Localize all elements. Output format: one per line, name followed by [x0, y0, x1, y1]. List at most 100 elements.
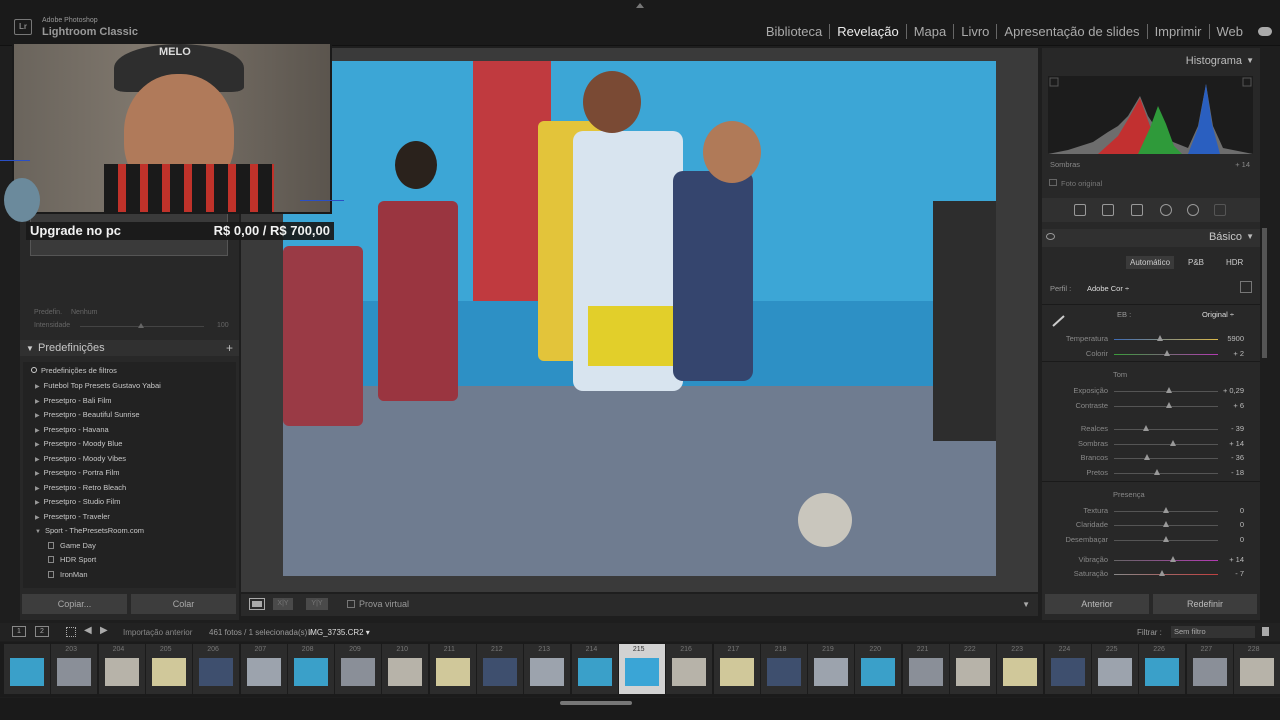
thumb-image[interactable]	[435, 658, 470, 686]
filmstrip-thumb[interactable]: 203	[51, 644, 98, 694]
thumb-image[interactable]	[246, 658, 281, 686]
filter-presets-item[interactable]: Predefinições de filtros	[31, 366, 117, 375]
preset-group-item[interactable]: ▶ Presetpro - Moody Vibes	[35, 454, 126, 463]
tab-pb[interactable]: P&B	[1184, 256, 1208, 269]
thumb-image[interactable]	[766, 658, 801, 686]
slider-track[interactable]	[1114, 574, 1218, 575]
preset-group-item[interactable]: ▶ Presetpro - Retro Bleach	[35, 483, 126, 492]
tab-automatico[interactable]: Automático	[1126, 256, 1175, 269]
primary-window-button[interactable]: 1	[12, 626, 26, 637]
slider-track[interactable]	[1114, 560, 1218, 561]
collapse-top-icon[interactable]	[636, 3, 644, 8]
toolbar-menu-icon[interactable]: ▼	[1022, 600, 1030, 609]
filmstrip-thumb[interactable]: 228	[1233, 644, 1280, 694]
thumb-image[interactable]	[151, 658, 186, 686]
preset-group-item[interactable]: ▶ Presetpro - Beautiful Sunrise	[35, 410, 140, 419]
slider-value[interactable]: - 36	[1231, 453, 1244, 462]
slider-track[interactable]	[1114, 429, 1218, 430]
thumb-image[interactable]	[956, 658, 990, 686]
filmstrip-thumb[interactable]: 227	[1186, 644, 1233, 694]
slider-value[interactable]: 5900	[1227, 334, 1244, 343]
disclosure-arrow-icon[interactable]: ▶	[35, 399, 40, 405]
slider-saturacao[interactable]: Saturação - 7	[1042, 569, 1260, 581]
filmstrip-thumb[interactable]: 220	[855, 644, 902, 694]
compare-view-button[interactable]: X|Y	[273, 598, 293, 610]
slider-thumb[interactable]	[1164, 350, 1171, 356]
lock-icon[interactable]	[1262, 627, 1269, 636]
slider-value[interactable]: + 14	[1229, 555, 1244, 564]
disclosure-arrow-icon[interactable]: ▶	[35, 471, 40, 477]
module-slides[interactable]: Apresentação de slides	[997, 24, 1148, 39]
thumb-image[interactable]	[814, 658, 849, 686]
filmstrip-thumb[interactable]: 223	[997, 644, 1044, 694]
amount-thumb[interactable]	[138, 323, 144, 328]
thumb-image[interactable]	[861, 658, 896, 686]
thumb-image[interactable]	[1145, 658, 1180, 686]
filmstrip-thumb[interactable]: 209	[335, 644, 382, 694]
module-revelacao[interactable]: Revelação	[830, 24, 907, 39]
slider-track[interactable]	[1114, 473, 1218, 474]
slider-desembacar[interactable]: Desembaçar 0	[1042, 535, 1260, 547]
slider-thumb[interactable]	[1144, 454, 1151, 460]
slider-thumb[interactable]	[1166, 402, 1173, 408]
disclosure-arrow-icon[interactable]: ▶	[35, 384, 40, 390]
thumb-image[interactable]	[341, 658, 376, 686]
preset-group-item[interactable]: ▶ Presetpro - Traveler	[35, 512, 110, 521]
filmstrip-thumb[interactable]: 204	[98, 644, 145, 694]
slider-thumb[interactable]	[1158, 570, 1165, 576]
profile-browser-icon[interactable]	[1240, 281, 1252, 293]
slider-value[interactable]: - 18	[1231, 468, 1244, 477]
filmstrip-thumb[interactable]: 216	[666, 644, 713, 694]
loupe-view-button[interactable]	[249, 598, 265, 610]
filmstrip-thumb[interactable]: 219	[808, 644, 855, 694]
slider-realces[interactable]: Realces - 39	[1042, 424, 1260, 436]
filmstrip-thumb[interactable]	[4, 644, 50, 694]
collapse-arrow-icon[interactable]: ▼	[26, 344, 34, 353]
secondary-window-button[interactable]: 2	[35, 626, 49, 637]
slider-pretos[interactable]: Pretos - 18	[1042, 468, 1260, 480]
thumb-image[interactable]	[530, 658, 565, 686]
slider-colorir[interactable]: Colorir + 2	[1042, 349, 1260, 361]
slider-vibracao[interactable]: Vibração + 14	[1042, 555, 1260, 567]
disclosure-arrow-icon[interactable]: ▼	[35, 529, 41, 535]
filmstrip-thumb[interactable]: 222	[950, 644, 996, 694]
mask-icon[interactable]	[1160, 204, 1172, 216]
cloud-icon[interactable]	[1258, 27, 1272, 36]
slider-claridade[interactable]: Claridade 0	[1042, 520, 1260, 532]
right-panel-scrollbar[interactable]	[1262, 228, 1267, 358]
main-photo[interactable]	[283, 61, 996, 576]
preset-group-item[interactable]: ▶ Presetpro - Moody Blue	[35, 439, 122, 448]
thumb-image[interactable]	[1003, 658, 1038, 686]
thumb-image[interactable]	[672, 658, 707, 686]
previous-button[interactable]: Anterior	[1045, 594, 1149, 614]
filmstrip-thumb[interactable]: 221	[902, 644, 949, 694]
filmstrip-thumb[interactable]: 217	[713, 644, 760, 694]
slider-track[interactable]	[1114, 458, 1218, 459]
sliders-icon[interactable]	[1074, 204, 1086, 216]
preset-group-item[interactable]: ▶ Presetpro - Portra Film	[35, 468, 119, 477]
filmstrip-thumb[interactable]: 208	[287, 644, 334, 694]
slider-thumb[interactable]	[1170, 556, 1177, 562]
preset-group-item[interactable]: ▶ Presetpro - Havana	[35, 425, 109, 434]
add-preset-button[interactable]: +	[226, 341, 233, 355]
slider-value[interactable]: + 2	[1233, 349, 1244, 358]
before-after-button[interactable]: Y|Y	[306, 598, 328, 610]
filename[interactable]: IMG_3735.CR2 ▾	[308, 628, 370, 637]
preset-group-item[interactable]: ▼ Sport - ThePresetsRoom.com	[35, 526, 144, 535]
thumb-image[interactable]	[1050, 658, 1085, 686]
filter-dropdown[interactable]: Sem filtro	[1171, 626, 1255, 638]
slider-value[interactable]: 0	[1240, 520, 1244, 529]
crop-icon[interactable]	[1102, 204, 1114, 216]
filmstrip-thumb[interactable]: 224	[1044, 644, 1091, 694]
filmstrip-thumb[interactable]: 207	[240, 644, 287, 694]
histogram-chart[interactable]	[1048, 76, 1253, 154]
filmstrip-thumb[interactable]: 226	[1139, 644, 1186, 694]
preset-item[interactable]: IronMan	[48, 570, 88, 579]
slider-thumb[interactable]	[1153, 469, 1160, 475]
disclosure-arrow-icon[interactable]: ▶	[35, 428, 40, 434]
filmstrip-thumb[interactable]: 214	[571, 644, 618, 694]
eye-icon[interactable]	[1046, 233, 1055, 240]
slider-thumb[interactable]	[1163, 507, 1169, 513]
wb-dropdown[interactable]: Original ÷	[1202, 310, 1234, 319]
presets-header[interactable]: ▼ Predefinições +	[20, 340, 239, 356]
